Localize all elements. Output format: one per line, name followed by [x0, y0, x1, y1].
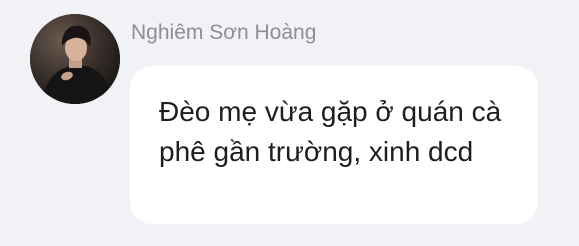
sender-name[interactable]: Nghiêm Sơn Hoàng — [131, 19, 316, 47]
sender-avatar[interactable] — [30, 14, 120, 104]
avatar-photo-icon — [30, 14, 120, 104]
message-text: Đèo mẹ vừa gặp ở quán cà phê gần trường,… — [159, 96, 502, 167]
message-bubble[interactable]: Đèo mẹ vừa gặp ở quán cà phê gần trường,… — [130, 66, 538, 224]
